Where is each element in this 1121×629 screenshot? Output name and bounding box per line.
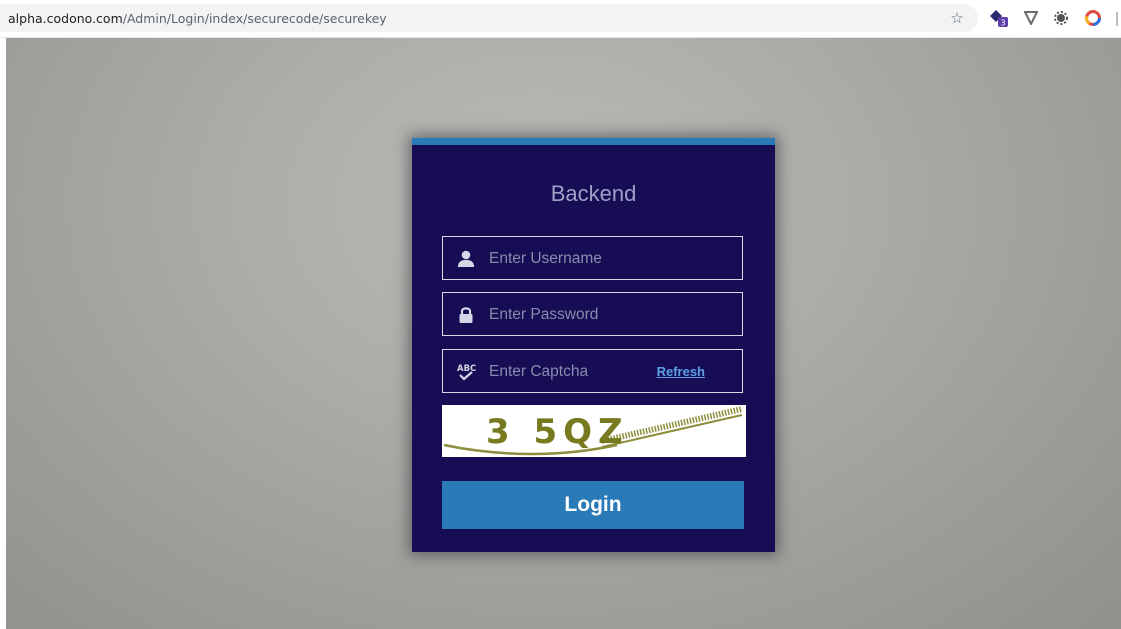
toolbar-divider xyxy=(1116,12,1118,26)
extension-v-icon[interactable] xyxy=(1022,9,1040,27)
url-path: /Admin/Login/index/securecode/securekey xyxy=(122,11,387,26)
star-icon[interactable]: ☆ xyxy=(948,9,966,27)
extension-badge: 3 xyxy=(1000,19,1005,28)
refresh-captcha-link[interactable]: Refresh xyxy=(657,364,705,379)
password-field[interactable]: Enter Password xyxy=(442,292,743,336)
login-card: Backend Enter Username Enter Password AB… xyxy=(412,138,775,552)
spellcheck-icon: ABC xyxy=(457,364,476,381)
captcha-placeholder: Enter Captcha xyxy=(489,363,589,380)
address-bar[interactable]: alpha.codono.com/Admin/Login/index/secur… xyxy=(0,4,978,32)
url-text: alpha.codono.com/Admin/Login/index/secur… xyxy=(8,11,387,26)
lock-icon xyxy=(459,307,473,323)
extension-gem-icon[interactable]: 3 xyxy=(988,9,1010,28)
captcha-text: 3 5QZ xyxy=(486,412,629,452)
password-placeholder: Enter Password xyxy=(489,306,599,323)
user-icon xyxy=(458,250,474,267)
username-placeholder: Enter Username xyxy=(489,250,602,267)
extension-gear-icon[interactable] xyxy=(1052,9,1070,27)
card-accent-bar xyxy=(412,138,775,145)
url-host: alpha.codono.com xyxy=(8,11,123,26)
captcha-image[interactable]: 3 5QZ xyxy=(442,405,746,457)
login-button[interactable]: Login xyxy=(442,481,744,529)
svg-text:ABC: ABC xyxy=(457,364,476,374)
page-background: Backend Enter Username Enter Password AB… xyxy=(6,38,1121,629)
login-title: Backend xyxy=(550,181,637,206)
browser-toolbar: alpha.codono.com/Admin/Login/index/secur… xyxy=(0,0,1121,38)
extension-ring-icon[interactable] xyxy=(1084,9,1102,27)
username-field[interactable]: Enter Username xyxy=(442,236,743,280)
captcha-field[interactable]: ABC Enter Captcha Refresh xyxy=(442,349,743,393)
